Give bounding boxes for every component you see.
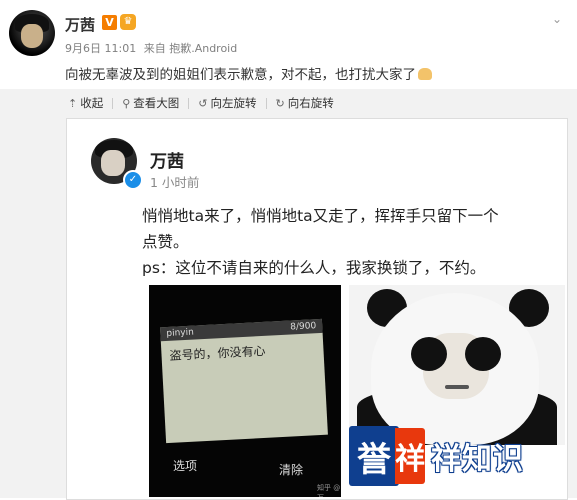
chevron-down-icon[interactable]: ⌄	[552, 12, 562, 26]
rotate-left-label: 向左旋转	[210, 96, 257, 110]
search-icon: ⚲	[122, 96, 131, 110]
pray-emoji-icon	[418, 68, 432, 80]
watermark-text: 祥知识	[431, 442, 524, 477]
phone-softkey-left: 选项	[173, 459, 198, 473]
rotate-right-button[interactable]: ↻ 向右旋转	[272, 94, 338, 112]
post-meta: 9月6日 11:01 来自 抱歉.Android	[65, 40, 241, 56]
avatar-face	[21, 24, 43, 48]
phone-photo: pinyin 8/900 盗号的，你没有心 选项 清除 知乎 @万	[149, 285, 341, 497]
panda-eye-left	[411, 337, 447, 371]
rotate-right-label: 向右旋转	[287, 96, 334, 110]
collapse-button[interactable]: ⇡ 收起	[64, 94, 107, 112]
post-source: 来自 抱歉.Android	[143, 42, 238, 55]
member-icon[interactable]: ♛	[120, 14, 136, 30]
screenshot-time: 1 小时前	[150, 175, 200, 190]
collapse-label: 收起	[80, 96, 104, 110]
screenshot-line-3: ps：这位不请自来的什么人，我家换锁了，不约。	[142, 259, 486, 277]
phone-softkey-right: 清除	[279, 463, 304, 477]
screenshot-author: 万茜	[150, 152, 184, 172]
rotate-left-icon: ↺	[198, 96, 208, 110]
watermark-logo-char: 誉	[349, 426, 399, 486]
avatar-face	[101, 150, 125, 176]
panda-mouth	[445, 385, 469, 389]
screenshot-line-1: 悄悄地ta来了，悄悄地ta又走了，挥挥手只留下一个	[142, 207, 499, 225]
phone-message: 盗号的，你没有心	[169, 343, 266, 363]
verified-check-icon: ✓	[123, 170, 143, 190]
phone-ime: pinyin	[166, 327, 195, 339]
screenshot-text: 悄悄地ta来了，悄悄地ta又走了，挥挥手只留下一个 点赞。 ps：这位不请自来的…	[142, 203, 552, 281]
divider	[188, 98, 190, 109]
panda-meme-image	[349, 285, 565, 445]
rotate-left-button[interactable]: ↺ 向左旋转	[194, 94, 260, 112]
image-toolbar: ⇡ 收起 ⚲ 查看大图 ↺ 向左旋转 ↻ 向右旋转	[64, 94, 338, 112]
panda-eye-right	[465, 337, 501, 371]
watermark-logo-char: 祥	[395, 428, 425, 484]
divider	[265, 98, 267, 109]
phone-ime-bar: pinyin 8/900	[160, 318, 323, 342]
screenshot-line-2: 点赞。	[142, 233, 189, 251]
collapse-icon: ⇡	[68, 96, 78, 110]
view-large-label: 查看大图	[133, 96, 180, 110]
phone-screen: pinyin 8/900 盗号的，你没有心	[160, 318, 328, 444]
site-watermark: 誉 祥 祥知识	[349, 424, 564, 488]
phone-watermark: 知乎 @万	[317, 484, 341, 497]
post-date[interactable]: 9月6日 11:01	[65, 42, 136, 55]
phone-count: 8/900	[290, 321, 317, 333]
post-text: 向被无辜波及到的姐姐们表示歉意，对不起，也打扰大家了	[65, 67, 416, 83]
verified-v-icon: V	[102, 15, 117, 30]
author-name[interactable]: 万茜	[65, 14, 95, 35]
rotate-right-icon: ↻	[275, 96, 285, 110]
author-avatar[interactable]	[9, 10, 55, 56]
view-large-button[interactable]: ⚲ 查看大图	[118, 94, 183, 112]
post-body: 向被无辜波及到的姐姐们表示歉意，对不起，也打扰大家了	[65, 63, 432, 83]
divider	[112, 98, 114, 109]
